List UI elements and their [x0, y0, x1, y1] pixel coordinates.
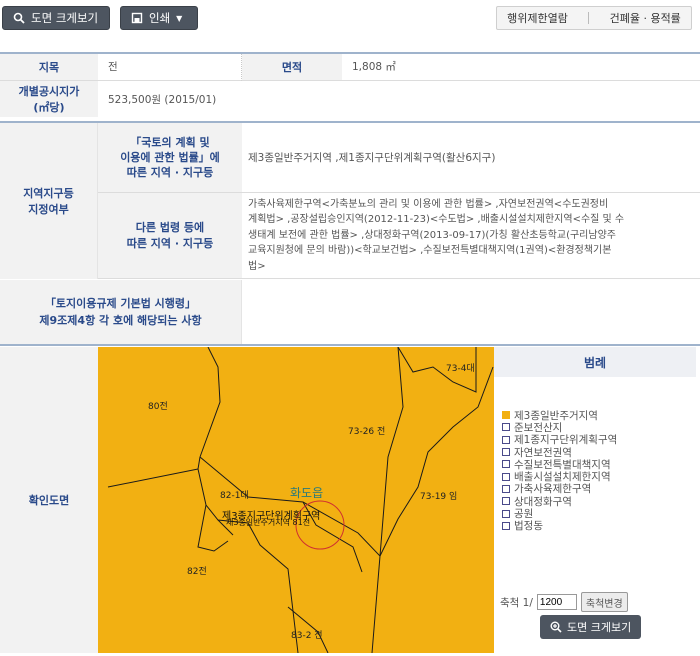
legend-enlarge-label: 도면 크게보기 [567, 621, 632, 634]
zoning-section-header: 지역지구등 지정여부 [0, 123, 98, 279]
printer-icon [131, 12, 143, 24]
legend-title: 범례 [494, 347, 696, 377]
legend-swatch [502, 423, 510, 432]
scale-input[interactable] [536, 594, 577, 610]
official-price-value: 523,500원 (2015/01) [108, 93, 217, 106]
toolbar: 도면 크게보기 인쇄 ▼ 행위제한열람 건폐율 · 용적률 [0, 0, 700, 40]
national-plan-law-header: 「국토의 계획 및 이용에 관한 법률」에 따른 지역 · 지구등 [98, 123, 242, 193]
other-law-value-line-1: 가축사육제한구역<가축분뇨의 관리 및 이용에 관한 법률> ,자연보전권역<수… [248, 198, 609, 210]
other-law-line-1: 다른 법령 등에 [135, 220, 205, 234]
coverage-ratio-link[interactable]: 건폐율 · 용적률 [610, 10, 681, 26]
other-law-line-2: 따른 지역 · 지구등 [126, 236, 214, 250]
other-law-value: 가축사육제한구역<가축분뇨의 관리 및 이용에 관한 법률> ,자연보전권역<수… [242, 193, 700, 279]
enlarge-map-button[interactable]: 도면 크게보기 [2, 6, 110, 30]
print-label: 인쇄 [149, 11, 171, 25]
other-law-value-line-5: 법> [248, 260, 266, 272]
jimok-header: 지목 [0, 54, 98, 81]
legend-swatch [502, 448, 510, 457]
area-value: 1,808 ㎡ [342, 54, 700, 81]
parcel-label-80: 80전 [148, 402, 168, 412]
regulation-header: 「토지이용규제 기본법 시행령」 제9조제4항 각 호에 해당되는 사항 [0, 280, 242, 344]
parcel-label-73-26: 73-26 전 [348, 427, 386, 437]
national-plan-law-line-1: 「국토의 계획 및 [130, 136, 210, 149]
regulation-line-2: 제9조제4항 각 호에 해당되는 사항 [39, 314, 202, 327]
legend-enlarge-button[interactable]: 도면 크게보기 [540, 615, 642, 639]
legend-item: 법정동 [502, 520, 617, 532]
restriction-ratio-group: 행위제한열람 건폐율 · 용적률 [496, 6, 692, 30]
national-plan-law-value: 제3종일반주거지역 ,제1종지구단위계획구역(활산6지구) [242, 123, 700, 193]
parcel-label-83-2: 83-2 전 [291, 631, 323, 641]
divider [588, 12, 590, 24]
scale-label: 축척 1/ [500, 596, 533, 609]
scale-control: 축척 1/ 축척변경 [500, 592, 628, 612]
parcel-label-82-1: 82-1대 [220, 491, 249, 501]
regulation-value [242, 280, 700, 344]
regulation-line-1: 「토지이용규제 기본법 시행령」 [44, 297, 197, 310]
parcel-label-82: 82전 [187, 567, 207, 577]
other-law-value-line-3: 생태계 보전에 관한 법률> ,상대정화구역(2013-09-17)(가칭 활산… [248, 229, 616, 241]
print-button[interactable]: 인쇄 ▼ [120, 6, 198, 30]
legend-swatch [502, 472, 510, 481]
area-header: 면적 [242, 54, 342, 81]
scale-apply-button[interactable]: 축척변경 [580, 592, 628, 612]
official-price-unit: (㎡당) [33, 101, 65, 114]
legend-swatch [502, 460, 510, 469]
other-law-header: 다른 법령 등에 따른 지역 · 지구등 [98, 193, 242, 279]
official-price-label: 개별공시지가 [18, 85, 80, 98]
other-law-value-line-2: 계획법> ,공장설립승인지역(2012-11-23)<수도법> ,배출시설설치제… [248, 214, 625, 226]
legend-swatch [502, 411, 510, 420]
legend-swatch [502, 484, 510, 493]
legend-list: 제3종일반주거지역 준보전산지 제1종지구단위계획구역 자연보전권역 수질보전특… [502, 409, 617, 532]
map-top-border [0, 344, 700, 346]
zoning-section-label-2: 지정여부 [28, 203, 69, 216]
parcel-label-73-4: 73-4대 [446, 364, 475, 374]
magnifier-icon [13, 12, 25, 24]
confirm-map-header: 확인도면 [0, 347, 98, 653]
restriction-view-link[interactable]: 행위제한열람 [507, 10, 568, 26]
legend-swatch [502, 497, 510, 506]
parcel-label-73-19: 73-19 임 [420, 492, 458, 502]
land-map[interactable]: 73-4대 80전 73-26 전 82-1대 73-19 임 82전 83-2… [98, 347, 494, 653]
legend-swatch [502, 509, 510, 518]
official-price-header: 개별공시지가 (㎡당) [0, 81, 98, 117]
zoom-in-icon [550, 621, 562, 633]
map-legend: 범례 제3종일반주거지역 준보전산지 제1종지구단위계획구역 자연보전권역 수질… [494, 347, 696, 653]
jimok-value: 전 [98, 54, 242, 81]
other-law-value-line-4: 교육지원청에 문의 바람))<학교보건법> ,수질보전특별대책지역(1권역)<환… [248, 245, 612, 257]
caret-down-icon: ▼ [176, 13, 183, 23]
town-label: 화도읍 [290, 486, 324, 500]
legend-item-label: 법정동 [514, 520, 543, 533]
overlay-label-2: 제3종일반주거지역 81전 [226, 518, 311, 527]
national-plan-law-line-3: 따른 지역 · 지구등 [126, 166, 214, 179]
zoning-section-label-1: 지역지구등 [23, 187, 74, 200]
enlarge-map-label: 도면 크게보기 [31, 11, 99, 25]
legend-swatch [502, 435, 510, 444]
legend-swatch [502, 521, 510, 530]
national-plan-law-line-2: 이용에 관한 법률」에 [120, 151, 220, 164]
